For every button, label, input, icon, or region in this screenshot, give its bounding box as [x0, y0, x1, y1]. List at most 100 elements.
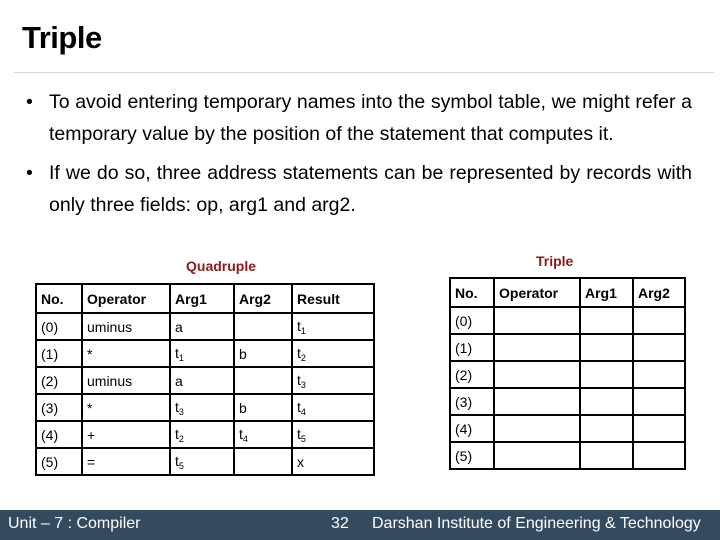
cell-text: (4)	[41, 426, 59, 443]
cell-subscript: 1	[178, 352, 184, 363]
footer-unit: Unit – 7 : Compiler	[8, 515, 141, 532]
table-cell: (3)	[449, 387, 495, 416]
column-header: No.	[449, 277, 495, 308]
quadruple-table: No. Operator Arg1 Arg2 Result (0) uminus a t1 (1…	[35, 283, 375, 476]
cell-text: *	[87, 345, 93, 362]
cell-subscript: 5	[300, 433, 306, 444]
table-cell: a	[169, 366, 235, 395]
triple-table: No. Operator Arg1 Arg2 (0) (1) (2) (3) (4) (5)	[449, 277, 686, 470]
table-cell: t3	[169, 393, 235, 422]
table-row: (2)	[449, 360, 686, 389]
bullet-text: To avoid entering temporary names into t…	[49, 91, 692, 145]
table-cell	[632, 333, 686, 362]
table-row: (3) * t3 b t4	[35, 393, 375, 422]
table-cell	[233, 312, 293, 341]
cell-text: (0)	[455, 312, 473, 329]
column-header: Arg1	[579, 277, 634, 308]
table-cell	[493, 306, 581, 335]
table-cell: t1	[291, 312, 375, 341]
table-cell: (1)	[449, 333, 495, 362]
cell-text: (3)	[41, 399, 59, 416]
table-row: (1)	[449, 333, 686, 362]
cell-subscript: 3	[178, 406, 184, 417]
table-cell: (2)	[35, 366, 83, 395]
table-cell	[632, 306, 686, 335]
cell-text: uminus	[87, 372, 133, 389]
bullet-dot-icon: •	[26, 91, 33, 113]
cell-subscript: 1	[300, 325, 306, 336]
cell-text: b	[239, 345, 247, 362]
table-cell: t2	[169, 420, 235, 449]
table-cell	[632, 387, 686, 416]
column-header: Result	[291, 283, 375, 314]
bullet-item: • To avoid entering temporary names into…	[22, 86, 692, 150]
table-header-row: No. Operator Arg1 Arg2	[449, 277, 686, 308]
column-header: Operator	[81, 283, 171, 314]
cell-text: (2)	[41, 372, 59, 389]
cell-subscript: 3	[300, 379, 306, 390]
table-cell: t5	[291, 420, 375, 449]
table-cell: t2	[291, 339, 375, 368]
table-row: (2) uminus a t3	[35, 366, 375, 395]
table-cell: x	[291, 447, 375, 476]
table-cell	[493, 360, 581, 389]
table-cell: t4	[291, 393, 375, 422]
page-number: 32	[331, 515, 349, 532]
table-cell	[632, 441, 686, 470]
table-cell: (2)	[449, 360, 495, 389]
cell-subscript: 4	[300, 406, 306, 417]
cell-text: =	[87, 453, 96, 470]
column-header: Arg2	[233, 283, 293, 314]
column-header: Arg2	[632, 277, 686, 308]
bullet-list: • To avoid entering temporary names into…	[22, 86, 692, 228]
table-cell: uminus	[81, 312, 171, 341]
bullet-dot-icon: •	[26, 162, 33, 184]
table-cell	[579, 387, 634, 416]
slide-footer: Unit – 7 : Compiler 32 Darshan Institute…	[0, 510, 720, 540]
table-cell: t4	[233, 420, 293, 449]
column-header: Operator	[493, 277, 581, 308]
table-cell	[233, 366, 293, 395]
table-cell	[493, 414, 581, 443]
table-row: (0)	[449, 306, 686, 335]
table-cell	[579, 360, 634, 389]
table-cell: *	[81, 339, 171, 368]
cell-text: a	[175, 372, 183, 389]
cell-text: x	[297, 453, 304, 470]
cell-text: b	[239, 399, 247, 416]
table-cell: t5	[169, 447, 235, 476]
table-cell	[579, 333, 634, 362]
table-cell: +	[81, 420, 171, 449]
table-cell: =	[81, 447, 171, 476]
table-row: (5) = t5 x	[35, 447, 375, 476]
table-cell: (5)	[449, 441, 495, 470]
table-cell: (0)	[35, 312, 83, 341]
table-row: (1) * t1 b t2	[35, 339, 375, 368]
bullet-item: • If we do so, three address statements …	[22, 157, 692, 221]
cell-text: a	[175, 318, 183, 335]
cell-text: (3)	[455, 393, 473, 410]
cell-text: *	[87, 399, 93, 416]
table-cell	[233, 447, 293, 476]
table-header-row: No. Operator Arg1 Arg2 Result	[35, 283, 375, 314]
table-cell	[493, 441, 581, 470]
table-cell: uminus	[81, 366, 171, 395]
table-cell: *	[81, 393, 171, 422]
quadruple-caption: Quadruple	[186, 258, 257, 274]
table-cell	[493, 333, 581, 362]
bullet-text: If we do so, three address statements ca…	[49, 162, 692, 216]
table-cell	[579, 306, 634, 335]
cell-text: (1)	[41, 345, 59, 362]
title-divider	[14, 72, 714, 73]
table-row: (3)	[449, 387, 686, 416]
footer-institute: Darshan Institute of Engineering & Techn…	[372, 515, 701, 532]
table-cell: (1)	[35, 339, 83, 368]
table-cell: b	[233, 339, 293, 368]
table-cell	[632, 414, 686, 443]
cell-subscript: 5	[178, 460, 184, 471]
cell-text: (2)	[455, 366, 473, 383]
table-cell: a	[169, 312, 235, 341]
table-cell: (4)	[35, 420, 83, 449]
cell-subscript: 4	[242, 433, 248, 444]
table-row: (4) + t2 t4 t5	[35, 420, 375, 449]
